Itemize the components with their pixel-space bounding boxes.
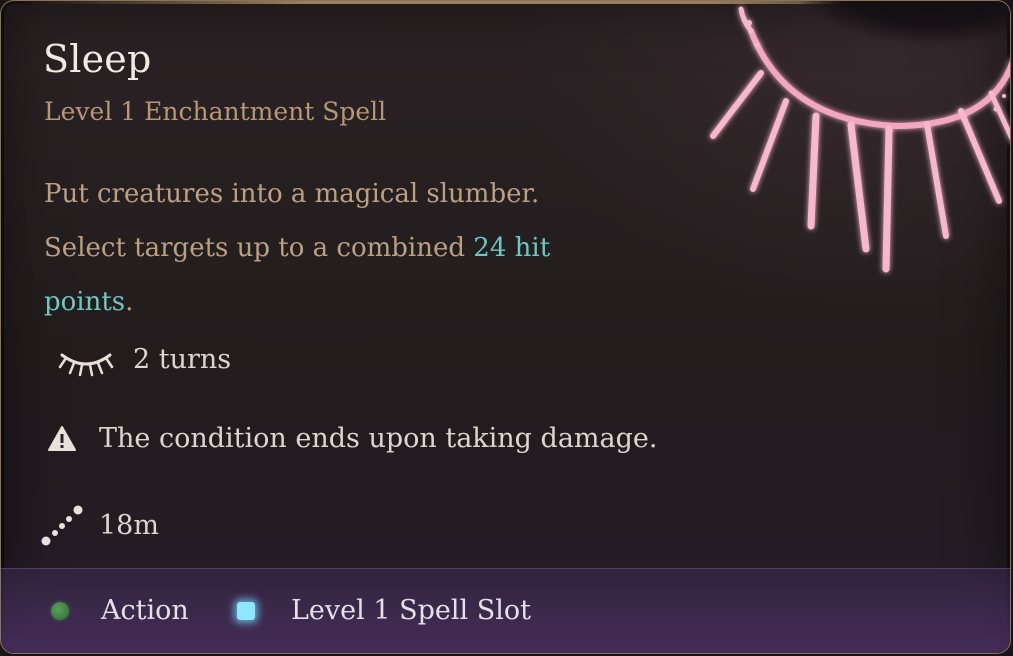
spell-description: Put creatures into a magical slumber. Se… <box>44 167 664 329</box>
range-icon <box>39 503 85 547</box>
action-dot-icon <box>51 601 69 620</box>
description-end: . <box>125 287 134 317</box>
condition-row: The condition ends upon taking damage. <box>45 423 657 454</box>
description-line-2: Select targets up to a combined <box>44 233 474 263</box>
spell-tooltip: Sleep Level 1 Enchantment Spell Put crea… <box>0 0 1011 654</box>
duration-row: 2 turns <box>49 339 231 379</box>
hit-points-highlight-cont: points <box>44 287 126 317</box>
cost-spell-slot-label: Level 1 Spell Slot <box>291 595 531 626</box>
description-line-1: Put creatures into a magical slumber. <box>44 179 540 209</box>
cost-action: Action <box>51 595 189 626</box>
closed-eye-icon <box>49 339 123 379</box>
sleep-spell-art-icon <box>710 1 1010 273</box>
range-row: 18m <box>39 503 159 547</box>
warning-icon <box>45 425 79 453</box>
cost-footer: Action Level 1 Spell Slot <box>1 568 1010 653</box>
spell-title: Sleep <box>43 37 152 81</box>
cost-action-label: Action <box>101 595 189 626</box>
hit-points-highlight: 24 hit <box>473 233 551 263</box>
cost-spell-slot: Level 1 Spell Slot <box>237 595 531 626</box>
range-text: 18m <box>99 509 159 541</box>
duration-text: 2 turns <box>133 343 232 375</box>
spell-slot-icon <box>237 601 255 620</box>
condition-text: The condition ends upon taking damage. <box>99 423 658 454</box>
spell-subtitle: Level 1 Enchantment Spell <box>44 97 387 126</box>
